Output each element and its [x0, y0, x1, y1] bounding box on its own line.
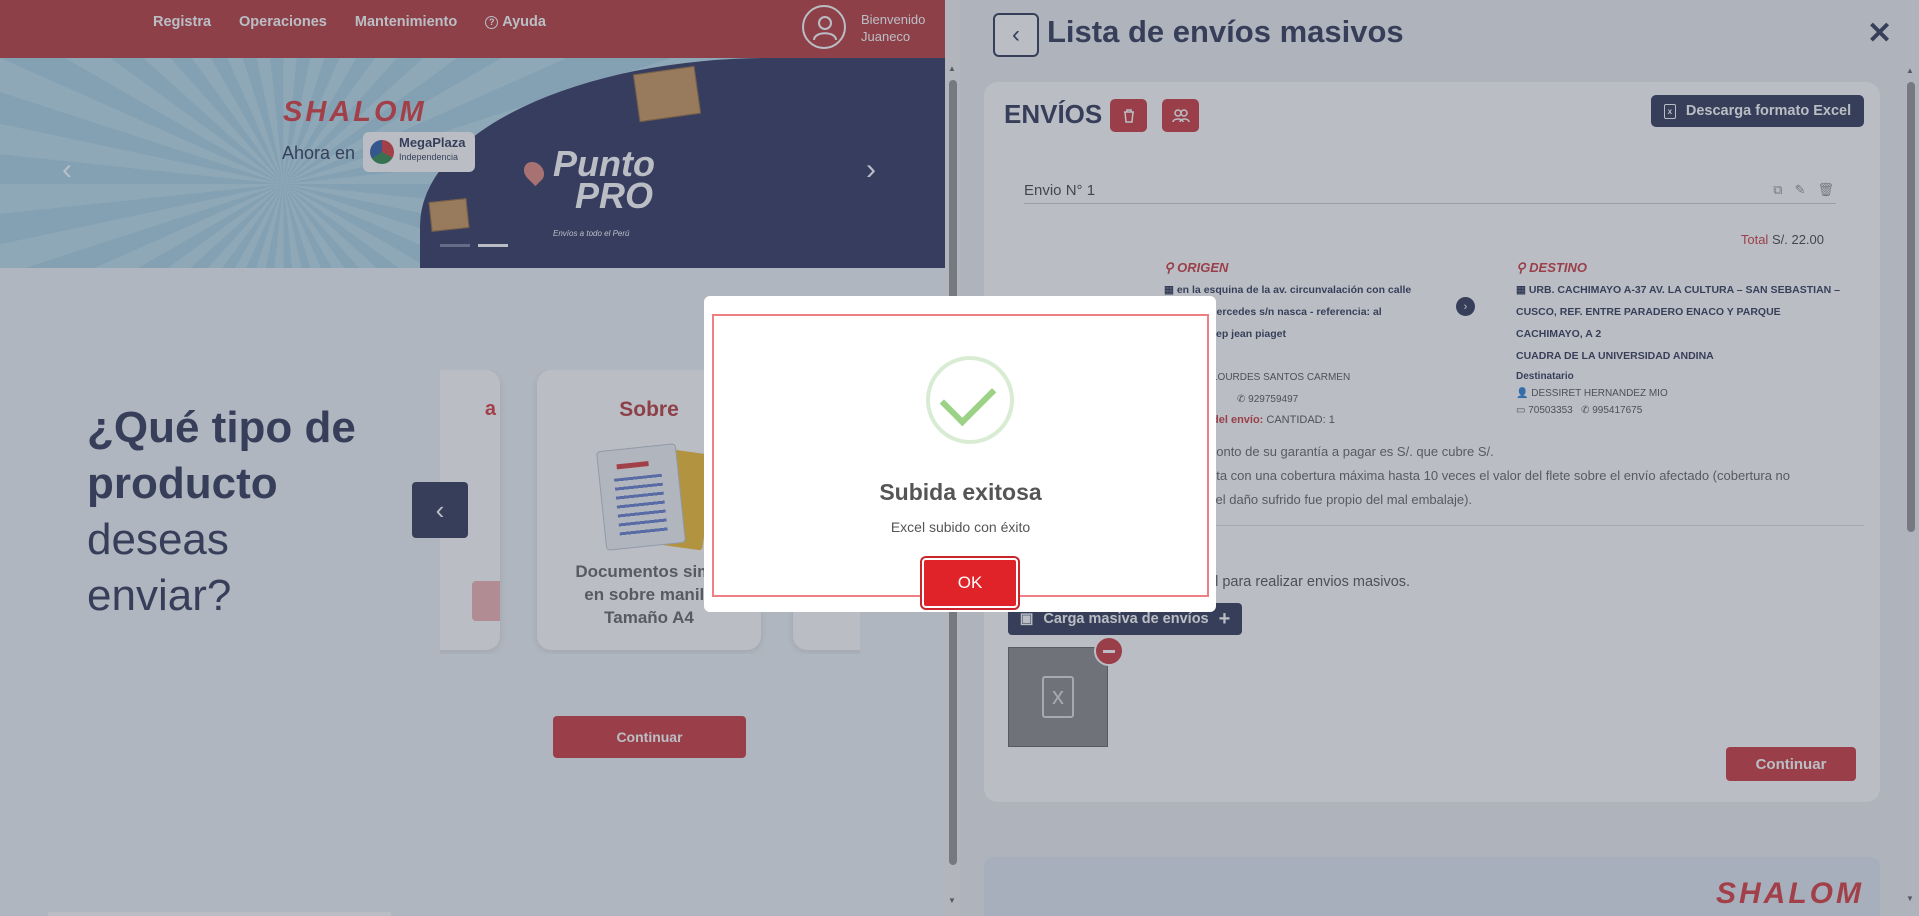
dialog-frame: Subida exitosa Excel subido con éxito OK: [712, 314, 1209, 608]
dialog-message: Excel subido con éxito: [890, 519, 1031, 535]
ok-button[interactable]: OK: [922, 558, 1018, 608]
dialog-title: Subida exitosa: [879, 479, 1042, 505]
success-dialog: Subida exitosa Excel subido con éxito OK: [704, 296, 1216, 612]
success-check-icon: [926, 356, 1014, 444]
